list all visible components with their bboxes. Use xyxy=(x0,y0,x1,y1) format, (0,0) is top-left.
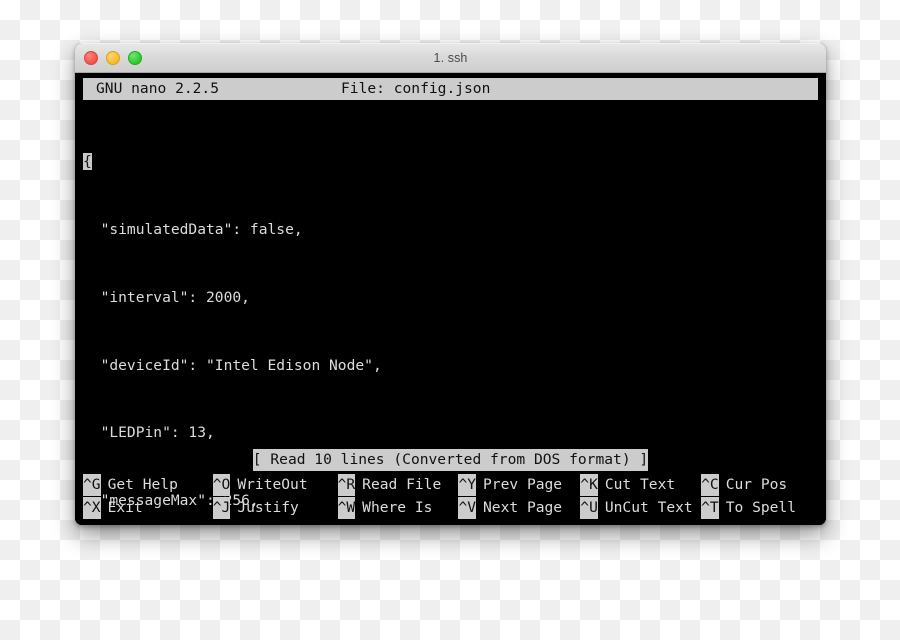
shortcut-label: Exit xyxy=(107,498,143,516)
code-line-cursor[interactable]: { xyxy=(83,151,818,174)
nano-version-label: GNU nano 2.2.5 xyxy=(96,79,220,97)
shortcut-next-page[interactable]: ^V Next Page xyxy=(458,496,580,519)
shortcut-key: ^U xyxy=(580,496,598,519)
shortcut-cur-pos[interactable]: ^C Cur Pos xyxy=(701,473,820,496)
code-line[interactable]: "simulatedData": false, xyxy=(83,219,818,242)
shortcut-read-file[interactable]: ^R Read File xyxy=(337,473,459,496)
shortcut-label: Cut Text xyxy=(604,475,676,493)
shortcut-key: ^V xyxy=(458,496,477,519)
shortcut-to-spell[interactable]: ^T To Spell xyxy=(701,496,820,519)
shortcut-justify[interactable]: ^J Justify xyxy=(212,496,338,519)
shortcut-row-1: ^G Get Help ^O WriteOut ^R Read File ^Y … xyxy=(83,473,820,496)
status-message: [ Read 10 lines (Converted from DOS form… xyxy=(252,449,649,471)
shortcut-key: ^X xyxy=(83,496,101,519)
shortcut-key: ^R xyxy=(337,473,356,496)
shortcut-label: UnCut Text xyxy=(604,498,693,516)
maximize-window-button[interactable] xyxy=(128,51,142,65)
code-line[interactable]: "LEDPin": 13, xyxy=(83,422,818,445)
shortcut-label: WriteOut xyxy=(237,475,308,493)
editor-text-area[interactable]: { "simulatedData": false, "interval": 20… xyxy=(83,106,818,509)
shortcut-label: To Spell xyxy=(725,498,797,516)
shortcut-label: Prev Page xyxy=(483,475,563,493)
shortcut-uncut-text[interactable]: ^U UnCut Text xyxy=(580,496,701,519)
terminal-window[interactable]: 1. ssh GNU nano 2.2.5 File: config.json … xyxy=(75,43,826,525)
window-title-bar[interactable]: 1. ssh xyxy=(75,43,826,73)
status-message-line: [ Read 10 lines (Converted from DOS form… xyxy=(83,449,818,471)
shortcut-label: Next Page xyxy=(483,498,563,516)
terminal-body[interactable]: GNU nano 2.2.5 File: config.json { "simu… xyxy=(75,73,826,525)
shortcut-key: ^W xyxy=(337,496,356,519)
shortcut-get-help[interactable]: ^G Get Help xyxy=(83,473,213,496)
text-cursor: { xyxy=(83,153,92,171)
shortcut-label: Read File xyxy=(362,475,442,493)
nano-header-bar: GNU nano 2.2.5 File: config.json xyxy=(83,78,818,100)
shortcut-where-is[interactable]: ^W Where Is xyxy=(337,496,459,519)
window-title: 1. ssh xyxy=(433,51,468,65)
shortcut-key: ^J xyxy=(212,496,231,519)
minimize-window-button[interactable] xyxy=(106,51,120,65)
shortcut-label: Get Help xyxy=(107,475,178,493)
shortcut-cut-text[interactable]: ^K Cut Text xyxy=(580,473,701,496)
shortcut-write-out[interactable]: ^O WriteOut xyxy=(212,473,338,496)
close-window-button[interactable] xyxy=(84,51,98,65)
shortcut-key: ^Y xyxy=(458,473,477,496)
shortcut-key: ^T xyxy=(701,496,719,519)
shortcut-key: ^K xyxy=(580,473,598,496)
shortcut-label: Cur Pos xyxy=(725,475,788,493)
shortcut-exit[interactable]: ^X Exit xyxy=(83,496,213,519)
nano-shortcut-bar: ^G Get Help ^O WriteOut ^R Read File ^Y … xyxy=(83,473,820,521)
shortcut-prev-page[interactable]: ^Y Prev Page xyxy=(458,473,580,496)
code-line[interactable]: "interval": 2000, xyxy=(83,287,818,310)
shortcut-key: ^G xyxy=(83,473,101,496)
shortcut-label: Where Is xyxy=(362,498,433,516)
shortcut-label: Justify xyxy=(237,498,299,516)
shortcut-key: ^O xyxy=(212,473,231,496)
code-line[interactable]: "deviceId": "Intel Edison Node", xyxy=(83,355,818,378)
nano-filename-label: File: config.json xyxy=(341,79,491,97)
traffic-light-group xyxy=(84,44,142,72)
shortcut-key: ^C xyxy=(701,473,719,496)
shortcut-row-2: ^X Exit ^J Justify ^W Where Is ^V Next P… xyxy=(83,496,820,519)
